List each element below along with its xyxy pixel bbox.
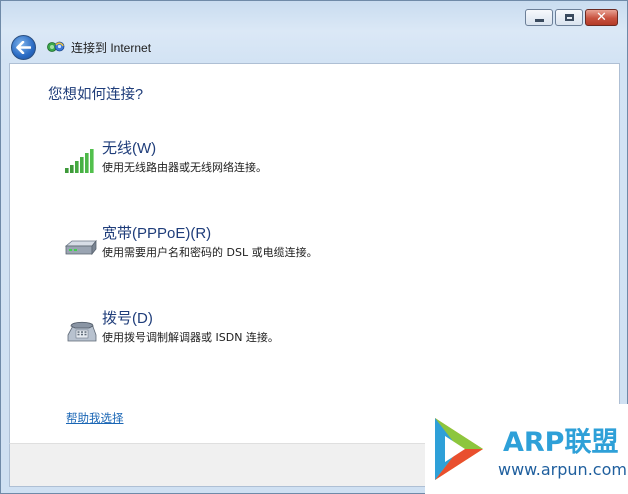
network-connect-icon xyxy=(47,41,65,52)
wireless-signal-icon xyxy=(65,149,94,173)
broadband-modem-icon xyxy=(64,239,97,256)
back-arrow-icon xyxy=(16,40,31,54)
option-dialup[interactable]: 拨号(D) 使用拨号调制解调器或 ISDN 连接。 xyxy=(62,309,279,346)
option-dialup-label: 拨号(D) xyxy=(102,310,153,327)
option-wireless-description: 使用无线路由器或无线网络连接。 xyxy=(102,161,267,174)
minimize-button[interactable] xyxy=(525,9,553,26)
option-dialup-description: 使用拨号调制解调器或 ISDN 连接。 xyxy=(102,331,279,344)
option-broadband-description: 使用需要用户名和密码的 DSL 或电缆连接。 xyxy=(102,246,318,259)
window-controls: ✕ xyxy=(525,9,618,26)
maximize-button[interactable] xyxy=(555,9,583,26)
nav-title: 连接到 Internet xyxy=(71,40,152,55)
maximize-icon xyxy=(564,14,574,21)
minimize-icon xyxy=(534,18,544,22)
help-me-choose-link[interactable]: 帮助我选择 xyxy=(66,410,124,426)
nav-bar: 连接到 Internet xyxy=(11,34,151,60)
close-button[interactable]: ✕ xyxy=(585,9,618,26)
option-wireless[interactable]: 无线(W) 使用无线路由器或无线网络连接。 xyxy=(62,139,267,176)
content-pane: 您想如何连接? 无线(W) 使用无线路由器或无线网络连接。 宽带(PPPoE)(… xyxy=(9,63,620,443)
page-heading: 您想如何连接? xyxy=(48,87,144,103)
dialup-phone-icon xyxy=(67,321,97,342)
option-broadband[interactable]: 宽带(PPPoE)(R) 使用需要用户名和密码的 DSL 或电缆连接。 xyxy=(62,224,318,261)
watermark-brand: ARP联盟 xyxy=(503,427,619,458)
watermark-url: www.arpun.com xyxy=(498,460,627,479)
play-logo-icon xyxy=(435,418,483,480)
option-broadband-label: 宽带(PPPoE)(R) xyxy=(102,225,212,242)
back-button[interactable] xyxy=(11,34,36,60)
option-wireless-label: 无线(W) xyxy=(102,140,157,157)
close-icon: ✕ xyxy=(596,10,607,25)
watermark-logo: ARP联盟 www.arpun.com xyxy=(425,404,628,494)
